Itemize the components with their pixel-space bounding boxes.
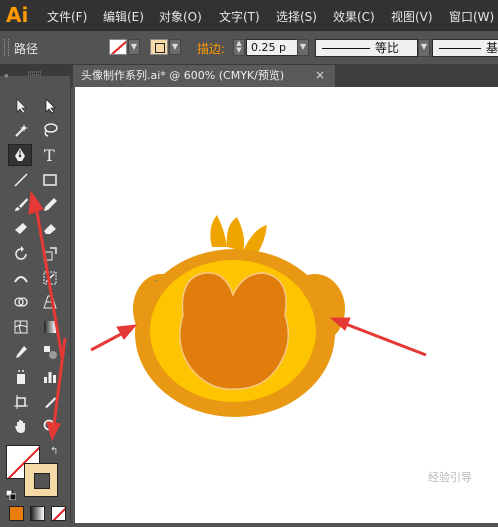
monkey-illustration (133, 215, 345, 417)
stroke-hole (34, 473, 50, 489)
artboard-canvas[interactable] (75, 87, 498, 523)
variable-width-profile[interactable]: 等比 (315, 39, 418, 57)
menu-select[interactable]: 选择(S) (276, 8, 317, 25)
document-tab-title: 头像制作系列.ai* @ 600% (CMYK/预览) (81, 69, 285, 82)
zoom-tool-icon[interactable] (38, 415, 62, 437)
stroke-swatch[interactable] (150, 39, 168, 55)
app-logo: Ai (6, 3, 29, 27)
column-graph-tool-icon[interactable] (38, 366, 62, 388)
selection-type-label: 路径 (14, 42, 39, 56)
stroke-weight-field[interactable]: 0.25 p (246, 39, 298, 56)
stroke-label[interactable]: 描边: (197, 40, 225, 57)
magic-wand-tool-icon[interactable] (9, 119, 33, 141)
control-bar: 路径 ▼ ▼ 描边: ▲ ▼ 0.25 p ▼ 等比 ▼ 基 (0, 31, 498, 65)
slice-tool-icon[interactable] (38, 391, 62, 413)
menu-window[interactable]: 窗口(W) (449, 8, 494, 25)
hair-tuft-left (210, 215, 227, 247)
none-slash-icon (110, 40, 126, 54)
stroke-weight-stepper[interactable]: ▲ ▼ (233, 39, 245, 56)
stroke-square-icon (155, 43, 165, 53)
menu-edit[interactable]: 编辑(E) (103, 8, 144, 25)
brush-label: 基 (486, 41, 498, 55)
svg-text:«: « (4, 71, 9, 80)
free-transform-tool-icon[interactable] (38, 267, 62, 289)
lasso-tool-icon[interactable] (38, 119, 62, 141)
pen-tool-icon[interactable] (8, 144, 32, 166)
color-mode-button[interactable] (9, 506, 24, 521)
default-colors-icon[interactable] (5, 485, 17, 501)
menu-view[interactable]: 视图(V) (391, 8, 433, 25)
paintbrush-tool-icon[interactable] (9, 193, 33, 215)
mesh-tool-icon[interactable] (9, 316, 33, 338)
scale-tool-icon[interactable] (38, 243, 62, 265)
menu-bar: Ai 文件(F) 编辑(E) 对象(O) 文字(T) 选择(S) 效果(C) 视… (0, 0, 498, 31)
perspective-grid-tool-icon[interactable] (38, 291, 62, 313)
fill-dropdown[interactable]: ▼ (128, 39, 140, 55)
hair-tuft-middle (226, 217, 245, 251)
hand-tool-icon[interactable] (9, 415, 33, 437)
type-tool-icon[interactable]: T (38, 144, 62, 166)
svg-text:T: T (44, 147, 55, 163)
menu-type[interactable]: 文字(T) (219, 8, 260, 25)
eraser-tool-icon[interactable] (38, 217, 62, 239)
brush-definition[interactable]: 基 (432, 39, 498, 57)
fill-swatch[interactable] (109, 39, 127, 55)
stroke-dropdown[interactable]: ▼ (169, 39, 181, 55)
tools-panel: « T ↰ (0, 65, 71, 523)
stroke-color-box[interactable] (24, 463, 58, 497)
rotate-tool-icon[interactable] (9, 243, 33, 265)
selection-tool-icon[interactable] (9, 95, 33, 117)
profile-label: 等比 (375, 41, 400, 55)
profile-dropdown[interactable]: ▼ (418, 39, 430, 57)
line-segment-tool-icon[interactable] (9, 169, 33, 191)
artboard-tool-icon[interactable] (9, 391, 33, 413)
watermark: 经验引导 (428, 471, 472, 484)
rectangle-tool-icon[interactable] (38, 169, 62, 191)
blend-tool-icon[interactable] (38, 341, 62, 363)
shape-builder-tool-icon[interactable] (9, 291, 33, 313)
menu-file[interactable]: 文件(F) (47, 8, 87, 25)
none-mode-button[interactable] (51, 506, 66, 521)
panel-grip[interactable] (4, 39, 9, 56)
close-tab-icon[interactable]: × (315, 68, 325, 82)
document-tab[interactable]: 头像制作系列.ai* @ 600% (CMYK/预览) (73, 65, 335, 87)
swap-fill-stroke-icon[interactable]: ↰ (50, 446, 58, 457)
stroke-weight-dropdown[interactable]: ▼ (297, 39, 309, 56)
gradient-mode-button[interactable] (30, 506, 45, 521)
eyedropper-tool-icon[interactable] (9, 341, 33, 363)
gradient-tool-icon[interactable] (38, 316, 62, 338)
blob-brush-tool-icon[interactable] (9, 217, 33, 239)
direct-selection-tool-icon[interactable] (38, 95, 62, 117)
none-slash-icon (52, 507, 65, 520)
width-tool-icon[interactable] (9, 267, 33, 289)
tools-panel-header[interactable]: « (0, 65, 70, 80)
profile-line-icon (322, 48, 370, 49)
menu-object[interactable]: 对象(O) (159, 8, 202, 25)
brush-line-icon (439, 48, 481, 49)
symbol-sprayer-tool-icon[interactable] (9, 366, 33, 388)
menu-effect[interactable]: 效果(C) (333, 8, 375, 25)
document-tab-bar: 头像制作系列.ai* @ 600% (CMYK/预览) × (71, 65, 498, 87)
pencil-tool-icon[interactable] (38, 193, 62, 215)
